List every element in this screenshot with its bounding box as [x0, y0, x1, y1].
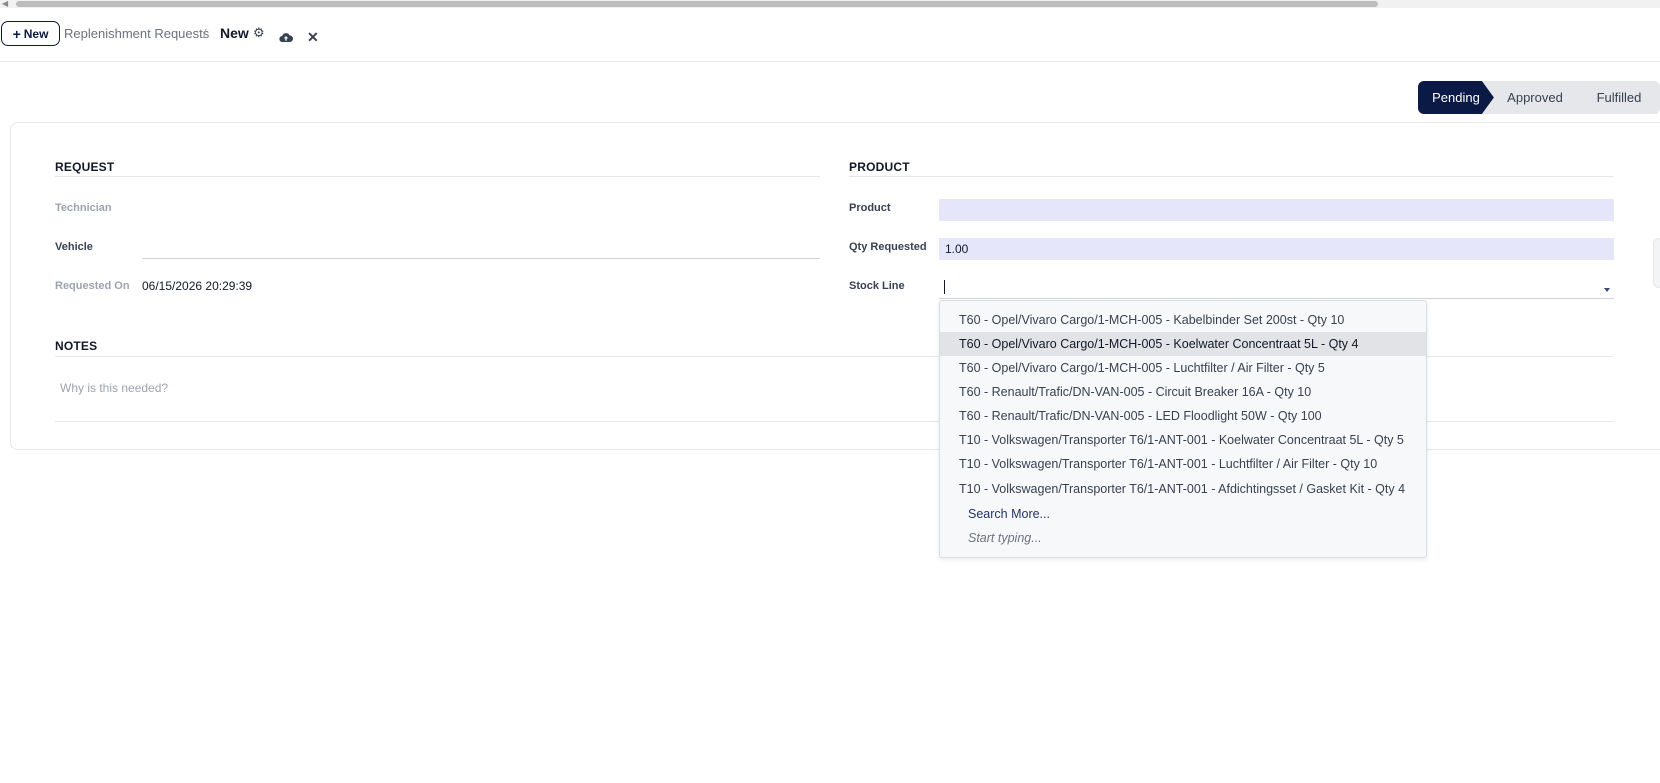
request-group-divider — [55, 176, 820, 177]
vehicle-field[interactable] — [142, 235, 820, 257]
requested-on-value: 06/15/2026 20:29:39 — [142, 279, 253, 293]
horizontal-scrollbar[interactable]: ◀ — [0, 0, 1660, 8]
qty-requested-label: Qty Requested — [849, 241, 927, 253]
status-bar: Pending Approved Fulfilled — [1418, 81, 1660, 114]
technician-field — [142, 196, 820, 218]
stock-line-underline — [939, 298, 1614, 299]
stock-line-dropdown: T60 - Opel/Vivaro Cargo/1-MCH-005 - Kabe… — [939, 300, 1427, 558]
notes-placeholder: Why is this needed? — [60, 381, 169, 395]
plus-icon: + — [12, 25, 21, 42]
new-button-label: New — [23, 26, 49, 41]
control-panel: + New Replenishment Requests / New ⚙ ✕ — [0, 12, 1660, 62]
new-button[interactable]: + New — [1, 21, 60, 46]
technician-label: Technician — [55, 202, 112, 214]
dropdown-item-highlighted[interactable]: T60 - Opel/Vivaro Cargo/1-MCH-005 - Koel… — [940, 332, 1426, 356]
dropdown-item[interactable]: T60 - Opel/Vivaro Cargo/1-MCH-005 - Luch… — [940, 356, 1426, 380]
product-label: Product — [849, 202, 891, 214]
dropdown-item[interactable]: T10 - Volkswagen/Transporter T6/1-ANT-00… — [940, 477, 1426, 501]
breadcrumb-parent[interactable]: Replenishment Requests — [64, 26, 209, 41]
stock-line-label: Stock Line — [849, 280, 905, 292]
text-caret — [944, 280, 945, 294]
dropdown-item[interactable]: T60 - Renault/Trafic/DN-VAN-005 - Circui… — [940, 380, 1426, 404]
product-group-title: PRODUCT — [849, 160, 910, 174]
dropdown-item[interactable]: T10 - Volkswagen/Transporter T6/1-ANT-00… — [940, 428, 1426, 452]
vehicle-label: Vehicle — [55, 241, 93, 253]
requested-on-label: Requested On — [55, 280, 130, 292]
stage-approved[interactable]: Approved — [1482, 81, 1582, 114]
close-icon[interactable]: ✕ — [307, 30, 319, 44]
product-group-divider — [849, 176, 1614, 177]
cloud-upload-icon[interactable] — [279, 30, 294, 48]
notes-title: NOTES — [55, 339, 98, 353]
scrollbar-thumb[interactable] — [16, 1, 1378, 7]
start-typing-hint: Start typing... — [968, 531, 1042, 545]
stage-fulfilled[interactable]: Fulfilled — [1570, 81, 1660, 114]
chatter-toggle-tab[interactable] — [1653, 238, 1660, 288]
qty-requested-input[interactable]: 1.00 — [939, 238, 1614, 260]
chevron-down-icon[interactable] — [1604, 288, 1610, 292]
dropdown-item[interactable]: T60 - Renault/Trafic/DN-VAN-005 - LED Fl… — [940, 404, 1426, 428]
scroll-left-icon[interactable]: ◀ — [2, 0, 8, 8]
vehicle-field-underline — [142, 258, 820, 259]
breadcrumb-separator: / — [203, 26, 207, 41]
dropdown-item[interactable]: T60 - Opel/Vivaro Cargo/1-MCH-005 - Kabe… — [940, 308, 1426, 332]
dropdown-item[interactable]: T10 - Volkswagen/Transporter T6/1-ANT-00… — [940, 452, 1426, 476]
stock-line-input[interactable] — [939, 276, 1614, 298]
gear-icon[interactable]: ⚙ — [253, 25, 265, 41]
stage-pending[interactable]: Pending — [1418, 81, 1494, 114]
request-group-title: REQUEST — [55, 160, 115, 174]
product-input[interactable] — [939, 199, 1614, 221]
breadcrumb-current: New — [220, 25, 249, 41]
search-more-link[interactable]: Search More... — [968, 507, 1050, 521]
